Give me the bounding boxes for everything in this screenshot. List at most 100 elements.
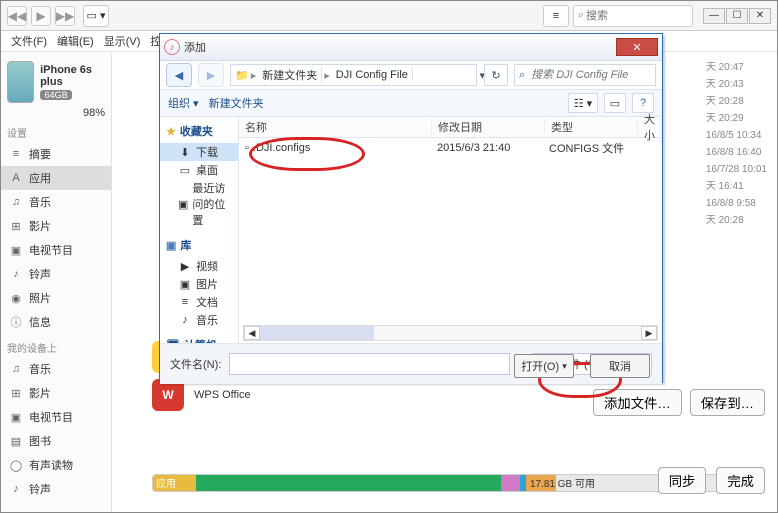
- col-name[interactable]: 名称: [239, 119, 432, 135]
- sidebar-item-影片[interactable]: ⊞影片: [1, 381, 111, 405]
- help-icon[interactable]: ?: [632, 93, 654, 113]
- sidebar-item-label: 影片: [29, 218, 51, 234]
- storage-badge: 64GB: [40, 90, 72, 100]
- forward-icon[interactable]: ▶▶: [55, 6, 75, 26]
- organize-menu[interactable]: 组织 ▾: [168, 95, 199, 111]
- sidebar-item-有声读物[interactable]: ◯有声读物: [1, 453, 111, 477]
- tree-item-label: 下载: [196, 144, 218, 160]
- app-name: WPS Office: [194, 389, 251, 401]
- sidebar-item-label: 电视节目: [29, 242, 73, 258]
- tree-computer[interactable]: 🖥计算机: [160, 335, 238, 343]
- play-icon[interactable]: ▶: [31, 6, 51, 26]
- new-folder-button[interactable]: 新建文件夹: [209, 95, 264, 111]
- refresh-icon[interactable]: ↻: [484, 64, 508, 86]
- sidebar-item-影片[interactable]: ⊞ 影片: [1, 214, 111, 238]
- path-seg-2[interactable]: DJI Config File: [332, 69, 413, 81]
- tree-item-icon: ▣: [178, 198, 188, 211]
- save-to-button[interactable]: 保存到…: [690, 389, 765, 416]
- dialog-search-input[interactable]: [529, 68, 633, 82]
- back-icon[interactable]: ◀◀: [7, 6, 27, 26]
- close-icon[interactable]: ✕: [749, 8, 771, 24]
- col-type[interactable]: 类型: [545, 119, 638, 135]
- sidebar-item-label: 应用: [29, 170, 51, 186]
- col-date[interactable]: 修改日期: [432, 119, 545, 135]
- cancel-button[interactable]: 取消: [590, 354, 650, 378]
- tree-item-音乐[interactable]: ♪音乐: [160, 311, 238, 329]
- dialog-close-icon[interactable]: ✕: [616, 38, 658, 56]
- sidebar-item-电视节目[interactable]: ▣电视节目: [1, 238, 111, 262]
- device-dropdown-icon[interactable]: ▭ ▾: [83, 5, 109, 27]
- timestamp: 天 20:47: [706, 59, 767, 76]
- path-seg-1[interactable]: 新建文件夹: [258, 67, 322, 83]
- sidebar-item-icon: ◉: [9, 292, 23, 305]
- tree-item-icon: ▭: [178, 164, 192, 177]
- tree-item-icon: ▶: [178, 260, 192, 273]
- sidebar-item-铃声[interactable]: ♪铃声: [1, 477, 111, 501]
- timestamp: 天 20:43: [706, 76, 767, 93]
- scroll-left-icon[interactable]: ◀: [244, 326, 260, 340]
- tree-item-下载[interactable]: ⬇ 下载: [160, 143, 238, 161]
- tree-item-视频[interactable]: ▶ 视频: [160, 257, 238, 275]
- tree-favorites[interactable]: ★收藏夹: [160, 121, 238, 141]
- tree-item-图片[interactable]: ▣图片: [160, 275, 238, 293]
- tree-libraries[interactable]: ▣库: [160, 235, 238, 255]
- tree-item-label: 桌面: [196, 162, 218, 178]
- tree-item-label: 视频: [196, 258, 218, 274]
- minimize-icon[interactable]: —: [703, 8, 725, 24]
- section-my-device: 我的设备上: [1, 334, 111, 357]
- dialog-tree: ★收藏夹 ⬇下载▭桌面▣最近访问的位置 ▣库 ▶视频▣图片≡文档♪音乐 🖥计算机: [160, 117, 239, 343]
- menu-edit[interactable]: 编辑(E): [53, 33, 98, 49]
- search-input[interactable]: [584, 9, 688, 23]
- dialog-back-icon[interactable]: ◀: [166, 63, 192, 87]
- sidebar-item-音乐[interactable]: ♫音乐: [1, 357, 111, 381]
- sidebar-item-icon: ≡: [9, 148, 23, 160]
- sidebar-item-电视节目[interactable]: ▣电视节目: [1, 405, 111, 429]
- maximize-icon[interactable]: ☐: [726, 8, 748, 24]
- open-button[interactable]: 打开(O) ▾: [514, 354, 574, 378]
- sidebar-item-label: 摘要: [29, 146, 51, 162]
- filename-input[interactable]: [229, 353, 510, 375]
- sidebar-item-icon: ⓘ: [9, 314, 23, 330]
- sidebar-item-label: 图书: [29, 433, 51, 449]
- tree-item-桌面[interactable]: ▭ 桌面: [160, 161, 238, 179]
- search-field[interactable]: ⌕: [573, 5, 693, 27]
- tree-item-label: 文档: [196, 294, 218, 310]
- col-size[interactable]: 大小: [638, 111, 662, 143]
- sidebar-item-信息[interactable]: ⓘ信息: [1, 310, 111, 334]
- sidebar-item-icon: ♪: [9, 268, 23, 280]
- dialog-search-field[interactable]: ⌕: [514, 64, 656, 86]
- sidebar-item-铃声[interactable]: ♪ 铃声: [1, 262, 111, 286]
- add-file-button[interactable]: 添加文件…: [593, 389, 682, 416]
- menu-file[interactable]: 文件(F): [7, 33, 51, 49]
- sidebar-item-icon: ◯: [9, 459, 23, 472]
- sidebar-item-label: 铃声: [29, 266, 51, 282]
- sidebar-item-图书[interactable]: ▤ 图书: [1, 429, 111, 453]
- device-thumbnail-icon: [7, 61, 34, 103]
- device-summary[interactable]: iPhone 6s plus 64GB: [1, 57, 111, 107]
- tree-item-label: 图片: [196, 276, 218, 292]
- sidebar-item-音乐[interactable]: ♫音乐: [1, 190, 111, 214]
- path-breadcrumb[interactable]: 📁 ▸ 新建文件夹 ▸ DJI Config File: [230, 64, 477, 86]
- sidebar-item-摘要[interactable]: ≡ 摘要: [1, 142, 111, 166]
- dialog-forward-icon[interactable]: ▶: [198, 63, 224, 87]
- sidebar-item-应用[interactable]: A应用: [1, 166, 111, 190]
- sync-button[interactable]: 同步: [658, 467, 707, 494]
- sidebar-item-icon: ⊞: [9, 220, 23, 233]
- preview-pane-icon[interactable]: ▭: [604, 93, 626, 113]
- sidebar-item-照片[interactable]: ◉照片: [1, 286, 111, 310]
- tree-item-文档[interactable]: ≡文档: [160, 293, 238, 311]
- file-row[interactable]: ▫ .DJI.configs 2015/6/3 21:40 CONFIGS 文件: [239, 138, 662, 158]
- tree-item-最近访问的位置[interactable]: ▣最近访问的位置: [160, 179, 238, 229]
- storage-free-label: 17.81 GB 可用: [530, 475, 595, 490]
- timestamp: 16/7/28 10:01: [706, 161, 767, 178]
- menu-view[interactable]: 显示(V): [100, 33, 145, 49]
- sidebar-item-icon: ▤: [9, 435, 23, 448]
- list-view-icon[interactable]: ≡: [543, 5, 569, 27]
- file-icon: ▫: [245, 142, 249, 154]
- view-mode-icon[interactable]: ☷ ▾: [568, 93, 598, 113]
- scroll-right-icon[interactable]: ▶: [641, 326, 657, 340]
- horizontal-scrollbar[interactable]: ◀ ▶: [243, 325, 658, 341]
- file-name: .DJI.configs: [253, 142, 310, 154]
- done-button[interactable]: 完成: [716, 467, 765, 494]
- tree-item-icon: ⬇: [178, 146, 192, 159]
